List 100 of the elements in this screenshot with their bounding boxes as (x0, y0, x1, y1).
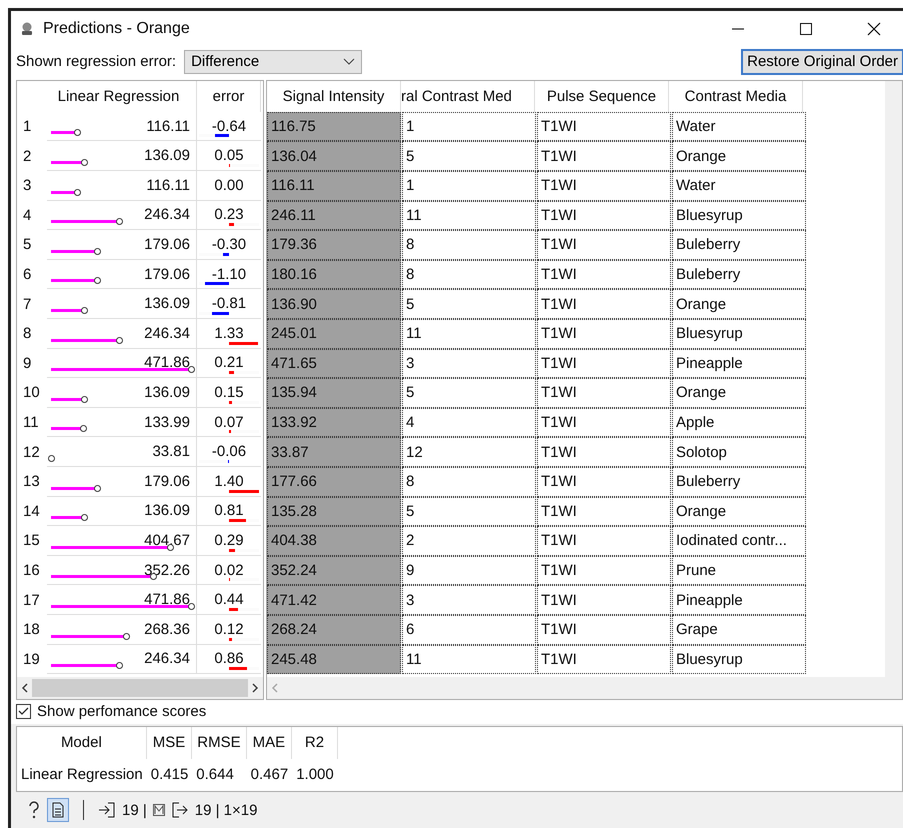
prediction-cell: 136.09 (47, 496, 197, 526)
value-dot (94, 248, 102, 255)
error-cell: 0.05 (197, 141, 261, 171)
prediction-cell: 33.81 (47, 437, 197, 467)
row-number: 17 (22, 590, 41, 611)
vertical-scrollbar[interactable] (885, 80, 902, 699)
data-cell: T1WI (537, 318, 671, 349)
value-dot (166, 544, 174, 551)
error-cell: -1.10 (197, 260, 261, 290)
prediction-cell: 136.09 (47, 289, 197, 319)
data-cell: T1WI (537, 378, 671, 408)
document-icon (52, 802, 64, 818)
data-cell: Orange (672, 141, 806, 171)
data-cell: Orange (672, 378, 806, 408)
prediction-cell: 116.11 (47, 171, 197, 201)
column-header[interactable]: Pulse Sequence (535, 80, 669, 112)
data-cell: Pineapple (672, 585, 806, 615)
prediction-cell: 136.09 (47, 378, 197, 408)
score-header: MSE (146, 726, 192, 759)
data-cell: 116.11 (267, 171, 401, 201)
row-number: 18 (22, 620, 41, 640)
value-dot (80, 306, 88, 314)
row-number: 8 (22, 324, 32, 344)
report-button[interactable] (47, 798, 69, 822)
score-header: RMSE (192, 726, 247, 759)
row-number: 4 (22, 206, 32, 226)
data-cell: T1WI (537, 556, 671, 586)
value-dot (94, 484, 102, 492)
data-cell: T1WI (537, 408, 671, 438)
error-cell: 1.40 (197, 466, 261, 497)
column-header[interactable]: Contrast Media (669, 80, 803, 112)
row-number: 3 (22, 176, 32, 196)
data-cell: Orange (672, 289, 806, 319)
restore-order-button[interactable]: Restore Original Order (741, 48, 903, 75)
data-cell: 180.16 (267, 260, 401, 290)
checkbox[interactable] (16, 704, 31, 720)
score-header: R2 (292, 726, 338, 759)
error-dropdown[interactable]: Difference (184, 50, 362, 74)
data-cell: Apple (672, 408, 806, 438)
value-dot (94, 277, 102, 284)
data-cell: T1WI (537, 200, 671, 230)
data-cell: T1WI (537, 171, 671, 201)
row-number: 5 (22, 235, 32, 256)
scroll-right-icon[interactable] (252, 682, 259, 693)
data-cell: T1WI (537, 437, 671, 467)
value-dot (80, 159, 88, 166)
scroll-left-icon[interactable] (21, 682, 28, 693)
error-cell: -0.30 (197, 230, 261, 260)
input-icon (98, 801, 116, 820)
value-dot (74, 188, 82, 196)
data-cell: 245.48 (267, 644, 401, 674)
error-cell: 1.33 (197, 318, 261, 349)
data-cell: 11 (402, 200, 536, 230)
data-cell: Bluesyrup (672, 200, 806, 230)
data-cell: 135.94 (267, 378, 401, 408)
data-cell: T1WI (537, 348, 671, 378)
data-cell: 5 (402, 378, 536, 408)
help-icon[interactable] (27, 800, 41, 820)
data-cell: 136.90 (267, 289, 401, 319)
data-cell: 33.87 (267, 437, 401, 467)
value-dot (116, 662, 123, 670)
row-number: 9 (22, 354, 32, 374)
data-cell: 404.38 (267, 526, 401, 556)
column-header[interactable]: ral Contrast Med (401, 80, 535, 112)
data-cell: T1WI (537, 614, 671, 644)
data-cell: 5 (402, 496, 536, 526)
data-cell: 3 (402, 348, 536, 378)
error-cell: 0.44 (197, 585, 261, 615)
value-dot (188, 602, 195, 610)
data-cell: T1WI (537, 141, 671, 171)
checkbox-label[interactable]: Show perfomance scores (37, 703, 206, 720)
prediction-cell: 133.99 (47, 408, 197, 438)
row-number: 2 (22, 146, 32, 167)
data-cell: Bluesyrup (672, 318, 806, 349)
row-number: 19 (22, 650, 41, 670)
scrollbar-thumb[interactable] (32, 678, 248, 697)
value-dot (74, 129, 82, 136)
value-dot (80, 425, 88, 432)
data-cell: T1WI (537, 289, 671, 319)
prediction-cell: 246.34 (47, 318, 197, 349)
model-icon (152, 804, 165, 816)
data-cell: Water (672, 112, 806, 142)
error-cell: 0.21 (197, 348, 261, 378)
score-cell-text: 0.415 (150, 766, 190, 784)
row-number: 10 (22, 383, 41, 404)
data-cell: 11 (402, 644, 536, 674)
minimize-icon (731, 28, 745, 30)
data-cell: 8 (402, 260, 536, 290)
column-header[interactable]: error (197, 80, 261, 112)
error-label: Shown regression error: (16, 53, 176, 70)
data-cell: 246.11 (267, 200, 401, 230)
chevron-down-icon (343, 58, 356, 66)
data-cell: 268.24 (267, 614, 401, 644)
data-cell: T1WI (537, 644, 671, 674)
data-cell: 352.24 (267, 556, 401, 586)
data-cell: Grape (672, 614, 806, 644)
prediction-cell: 179.06 (47, 466, 197, 497)
column-header[interactable]: Linear Regression (47, 80, 197, 112)
prediction-cell: 352.26 (47, 556, 197, 586)
data-cell: 136.04 (267, 141, 401, 171)
